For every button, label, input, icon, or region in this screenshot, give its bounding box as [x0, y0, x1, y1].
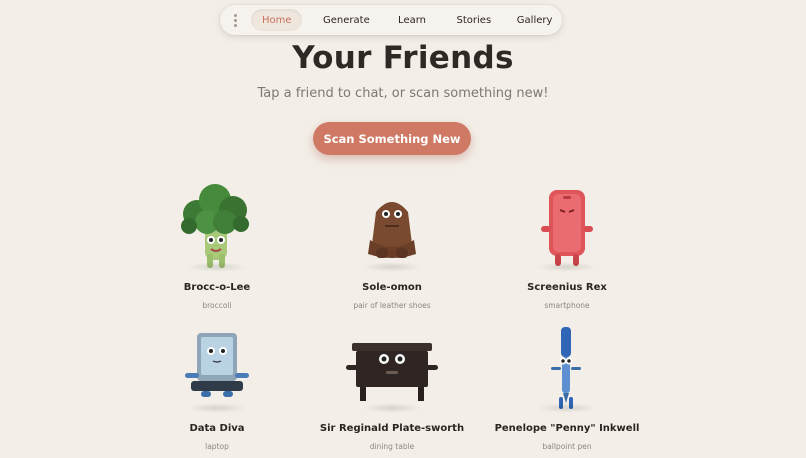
friend-card-pen[interactable]: Penelope "Penny" Inkwell ballpoint pen	[467, 323, 667, 451]
friend-object-type: pair of leather shoes	[353, 301, 431, 310]
page-subtitle: Tap a friend to chat, or scan something …	[257, 86, 549, 101]
friend-object-type: ballpoint pen	[542, 442, 592, 451]
pen-character-icon	[517, 323, 617, 413]
shoes-character-icon	[342, 182, 442, 272]
table-character-icon	[342, 323, 442, 413]
menu-dots-icon[interactable]	[222, 5, 249, 35]
friend-name: Screenius Rex	[527, 282, 607, 293]
top-nav: Home Generate Learn Stories Gallery	[220, 5, 562, 35]
friend-object-type: smartphone	[544, 301, 590, 310]
friend-object-type: laptop	[205, 442, 229, 451]
laptop-character-icon	[167, 323, 267, 413]
friend-object-type: broccoli	[202, 301, 232, 310]
friend-card-table[interactable]: Sir Reginald Plate-sworth dining table	[292, 323, 492, 451]
friend-card-smartphone[interactable]: Screenius Rex smartphone	[467, 182, 667, 310]
tab-home[interactable]: Home	[251, 9, 303, 31]
friend-name: Brocc-o-Lee	[183, 282, 251, 293]
tab-stories[interactable]: Stories	[446, 9, 501, 31]
tab-gallery[interactable]: Gallery	[507, 9, 562, 31]
friend-object-type: dining table	[369, 442, 415, 451]
friend-card-laptop[interactable]: Data Diva laptop	[117, 323, 317, 451]
tab-learn[interactable]: Learn	[388, 9, 437, 31]
friend-card-shoes[interactable]: Sole-omon pair of leather shoes	[292, 182, 492, 310]
tab-generate[interactable]: Generate	[310, 9, 382, 31]
broccoli-character-icon	[167, 182, 267, 272]
scan-something-new-button[interactable]: Scan Something New	[313, 122, 471, 155]
friend-name: Penelope "Penny" Inkwell	[494, 423, 640, 434]
smartphone-character-icon	[517, 182, 617, 272]
friend-name: Sir Reginald Plate-sworth	[319, 423, 465, 434]
friend-card-broccoli[interactable]: Brocc-o-Lee broccoli	[117, 182, 317, 310]
friend-name: Sole-omon	[362, 282, 422, 293]
friend-name: Data Diva	[189, 423, 245, 434]
page-title: Your Friends	[292, 40, 514, 76]
